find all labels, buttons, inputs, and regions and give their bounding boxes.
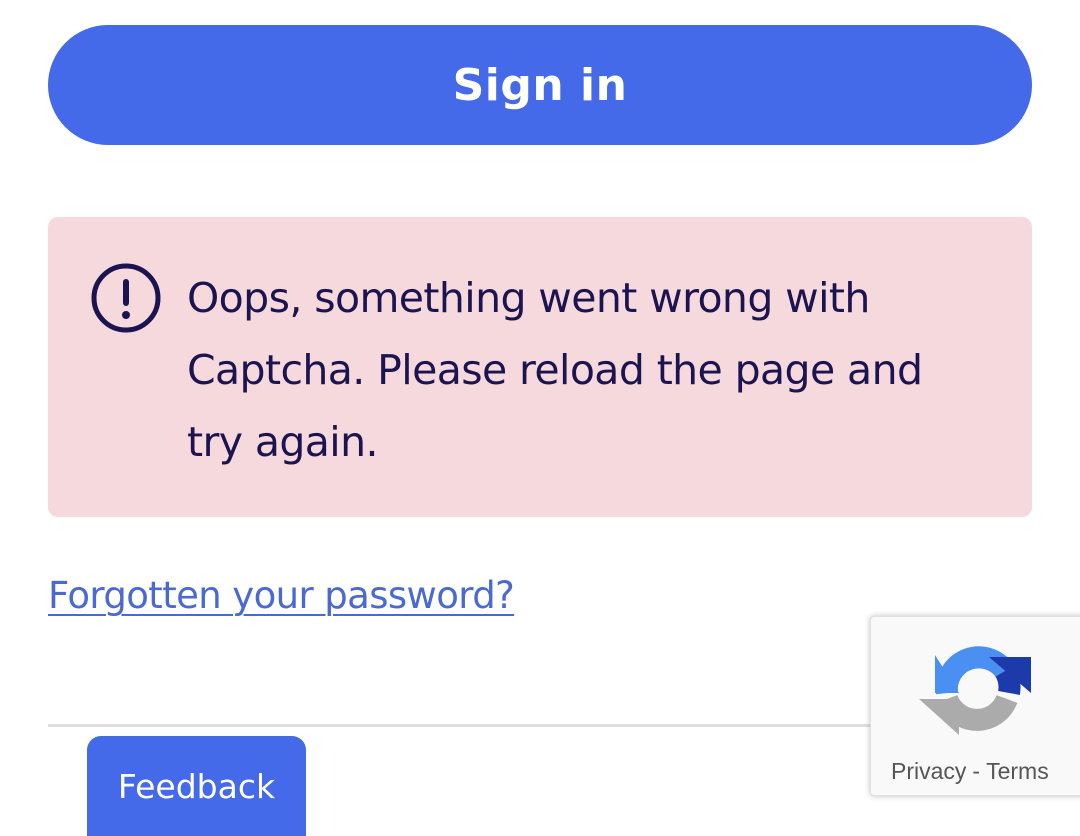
feedback-button[interactable]: Feedback [87,736,306,836]
error-message-line: Captcha. Please reload the page and [187,346,923,394]
recaptcha-badge[interactable]: Privacy - Terms [870,616,1080,796]
recaptcha-logo-icon [919,646,1031,735]
error-message-line: Oops, something went wrong with [187,274,870,322]
recaptcha-separator: - [972,758,981,784]
forgot-password-link[interactable]: Forgotten your password? [48,574,515,617]
recaptcha-privacy-link[interactable]: Privacy [891,758,966,784]
sign-in-page: Sign in Oops, something went wrong with … [0,0,1080,836]
sign-in-button[interactable]: Sign in [48,25,1032,145]
recaptcha-terms-link[interactable]: Terms [986,758,1049,784]
error-message: Oops, something went wrong with Captcha.… [187,262,987,478]
error-message-line: try again. [187,418,379,466]
recaptcha-links: Privacy - Terms [891,758,1049,785]
exclamation-circle-icon [91,263,161,333]
